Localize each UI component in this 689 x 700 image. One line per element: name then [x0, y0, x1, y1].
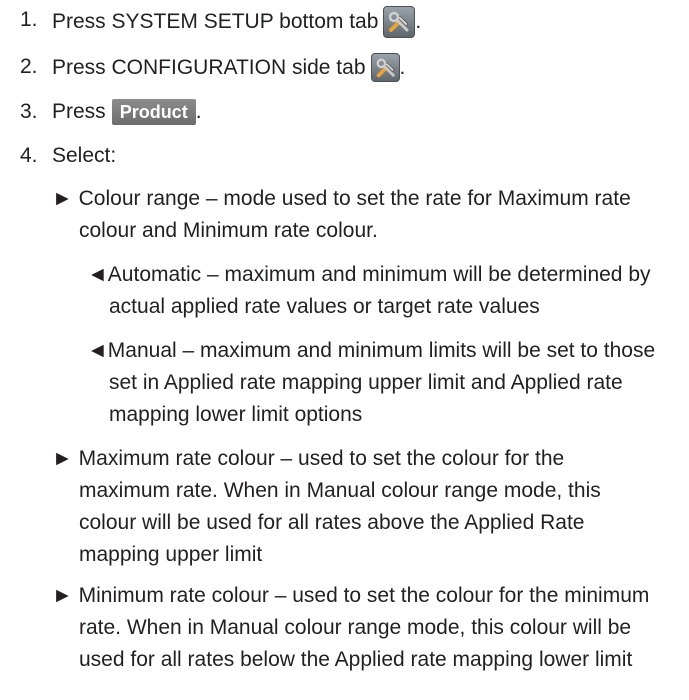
product-button[interactable]: Product: [111, 99, 196, 125]
bullet-marker: ◄: [87, 263, 108, 286]
minimum-rate-bullet: ► Minimum rate colour – used to set the …: [52, 580, 687, 676]
manual-subbullet: ◄Manual – maximum and minimum limits wil…: [87, 335, 687, 431]
step-number: 1.: [20, 8, 38, 31]
step-text: Select:: [52, 144, 117, 167]
system-setup-tools-icon: [383, 6, 416, 38]
step-number: 4.: [20, 144, 38, 167]
bullet-line: maximum rate. When in Manual colour rang…: [79, 479, 601, 502]
bullet-line: Manual – maximum and minimum limits will…: [107, 339, 656, 362]
colour-range-bullet: ► Colour range – mode used to set the ra…: [52, 183, 687, 247]
bullet-line: Minimum rate colour – used to set the co…: [78, 584, 650, 607]
step-suffix: .: [195, 100, 202, 123]
bullet-marker: ►: [52, 584, 73, 607]
step-text: Press SYSTEM SETUP bottom tab: [52, 10, 379, 33]
step-number: 2.: [20, 55, 38, 78]
bullet-marker: ◄: [87, 339, 108, 362]
step-suffix: .: [415, 10, 422, 33]
step-number: 3.: [20, 100, 38, 123]
configuration-tools-icon: [370, 53, 400, 82]
bullet-line: mapping upper limit: [79, 543, 263, 566]
bullet-line: mapping lower limit options: [109, 403, 363, 426]
bullet-line: used for all rates below the Applied rat…: [79, 648, 633, 671]
automatic-subbullet: ◄Automatic – maximum and minimum will be…: [87, 259, 687, 323]
step-suffix: .: [399, 55, 406, 79]
step-text: Press CONFIGURATION side tab: [52, 55, 366, 79]
bullet-line: rate. When in Manual colour range mode, …: [79, 616, 632, 639]
bullet-line: Colour range – mode used to set the rate…: [78, 187, 631, 210]
bullet-line: Automatic – maximum and minimum will be …: [107, 263, 651, 286]
bullet-line: colour and Minimum rate colour.: [79, 219, 378, 242]
bullet-line: actual applied rate values or target rat…: [109, 295, 540, 318]
bullet-marker: ►: [52, 187, 73, 210]
bullet-line: colour will be used for all rates above …: [79, 511, 585, 534]
bullet-marker: ►: [52, 447, 73, 470]
bullet-line: Maximum rate colour – used to set the co…: [78, 447, 565, 470]
maximum-rate-bullet: ► Maximum rate colour – used to set the …: [52, 443, 687, 571]
bullet-line: set in Applied rate mapping upper limit …: [109, 371, 623, 394]
step-text: Press: [52, 100, 106, 123]
